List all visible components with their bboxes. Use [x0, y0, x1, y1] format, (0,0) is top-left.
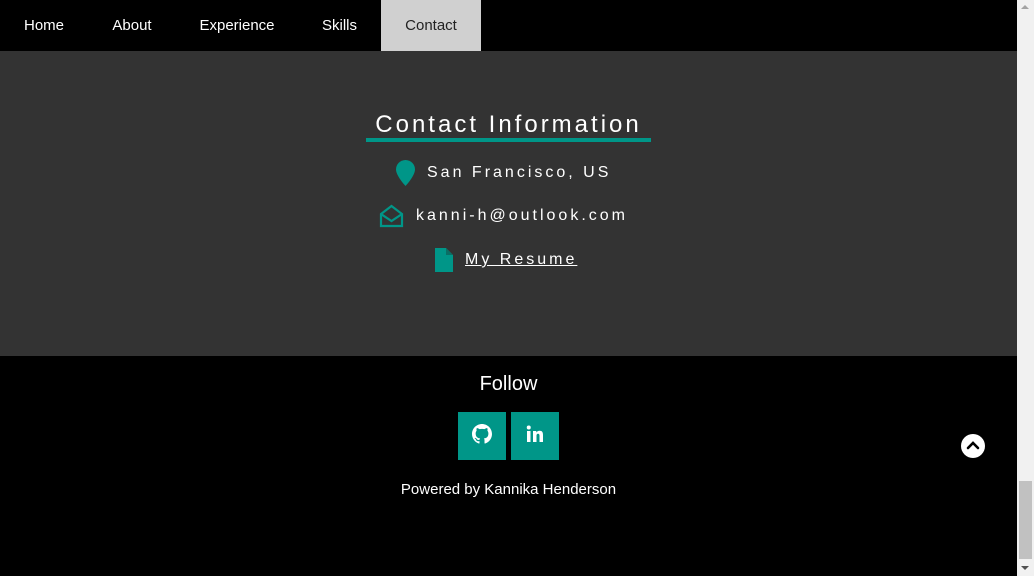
- scroll-down-arrow-icon[interactable]: [1021, 566, 1029, 570]
- title-underline: [366, 138, 651, 142]
- github-icon: [472, 423, 492, 449]
- resume-row: My Resume: [435, 248, 577, 272]
- envelope-open-icon: [379, 204, 404, 228]
- location-row: San Francisco, US: [396, 160, 611, 186]
- location-text: San Francisco, US: [427, 164, 612, 181]
- email-row: kanni-h@outlook.com: [379, 204, 628, 228]
- file-icon: [435, 248, 453, 272]
- nav-item-home[interactable]: Home: [0, 0, 88, 51]
- nav-item-experience[interactable]: Experience: [176, 0, 298, 51]
- linkedin-icon: [526, 425, 544, 448]
- nav-item-contact[interactable]: Contact: [381, 0, 481, 51]
- scroll-up-arrow-icon[interactable]: [1021, 5, 1029, 9]
- github-button[interactable]: [458, 412, 506, 460]
- contact-title: Contact Information: [375, 111, 642, 138]
- map-pin-icon: [396, 160, 415, 186]
- nav-item-skills[interactable]: Skills: [298, 0, 381, 51]
- resume-link[interactable]: My Resume: [465, 251, 577, 269]
- nav-item-about[interactable]: About: [88, 0, 176, 51]
- page-scrollbar[interactable]: [1017, 0, 1034, 576]
- scrollbar-thumb[interactable]: [1019, 481, 1032, 559]
- powered-by-text: Powered by Kannika Henderson: [400, 481, 617, 498]
- top-navigation: Home About Experience Skills Contact: [0, 0, 1017, 51]
- email-text[interactable]: kanni-h@outlook.com: [416, 207, 628, 225]
- linkedin-button[interactable]: [511, 412, 559, 460]
- scroll-to-top-button[interactable]: [961, 434, 985, 458]
- contact-section: Contact Information San Francisco, US ka…: [0, 51, 1017, 356]
- chevron-up-icon: [966, 437, 980, 455]
- follow-heading: Follow: [479, 373, 538, 395]
